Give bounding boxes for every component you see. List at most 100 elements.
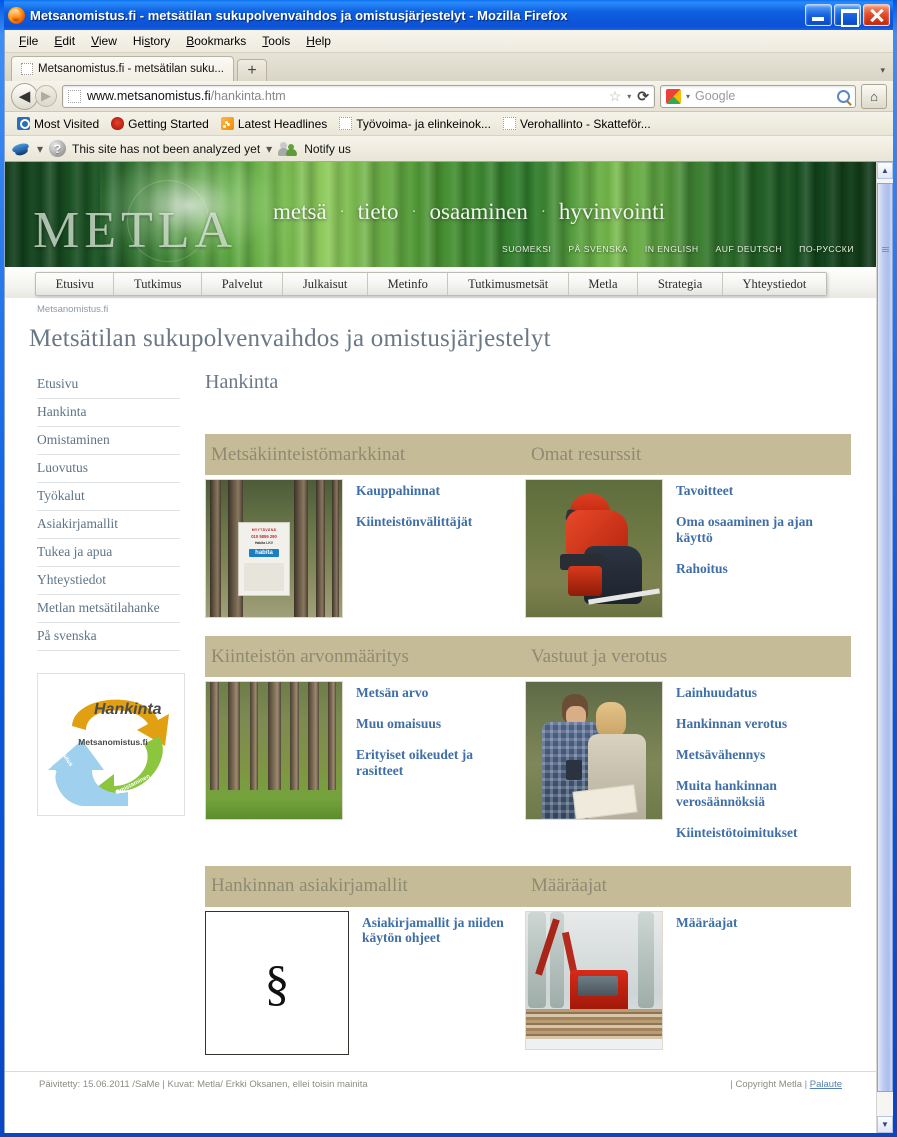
- nav-tab-strategia[interactable]: Strategia: [638, 273, 723, 295]
- link-metsavahennys[interactable]: Metsävähennys: [676, 747, 836, 763]
- nav-tab-palvelut[interactable]: Palvelut: [202, 273, 284, 295]
- nav-tab-etusivu[interactable]: Etusivu: [36, 273, 115, 295]
- home-button[interactable]: ⌂: [861, 83, 887, 109]
- lang-link-english[interactable]: IN ENGLISH: [645, 244, 699, 254]
- menu-view[interactable]: View: [84, 32, 124, 50]
- nav-tab-yhteystiedot[interactable]: Yhteystiedot: [722, 273, 826, 295]
- maximize-button[interactable]: [834, 4, 861, 27]
- nav-tab-julkaisut[interactable]: Julkaisut: [283, 273, 368, 295]
- menu-history[interactable]: History: [126, 32, 177, 50]
- link-kauppahinnat[interactable]: Kauppahinnat: [356, 483, 472, 499]
- search-engine-chevron-icon[interactable]: ▾: [686, 92, 690, 101]
- pine-forest-photo: [205, 681, 343, 820]
- search-bar[interactable]: ▾ Google: [660, 84, 856, 108]
- browser-tab[interactable]: Metsanomistus.fi - metsätilan suku...: [11, 56, 234, 81]
- nav-tab-metla[interactable]: Metla: [568, 273, 639, 295]
- link-oma-osaaminen[interactable]: Oma osaaminen ja ajan käyttö: [676, 514, 836, 546]
- google-icon: [666, 88, 681, 104]
- scrollbar-track[interactable]: [877, 179, 893, 1116]
- link-muita-hankinnan-verosaannoksia[interactable]: Muita hankinnan verosäännöksiä: [676, 778, 836, 810]
- section-band-1: Metsäkiinteistömarkkinat Omat resurssit: [205, 434, 851, 475]
- menu-help[interactable]: Help: [299, 32, 338, 50]
- bookmark-label: Most Visited: [34, 116, 100, 131]
- sidebar-item-luovutus[interactable]: Luovutus: [37, 455, 180, 483]
- address-bar[interactable]: www.metsanomistus.fi/hankinta.htm ☆ ▾ ⟳: [62, 84, 655, 108]
- lang-link-suomeksi[interactable]: SUOMEKSI: [502, 244, 551, 254]
- logo-hankinta-text: Hankinta: [94, 701, 162, 718]
- wot-chevron-icon[interactable]: ▾: [37, 142, 43, 156]
- nav-tab-metinfo[interactable]: Metinfo: [367, 273, 449, 295]
- scroll-up-button[interactable]: ▲: [877, 162, 893, 179]
- close-button[interactable]: [863, 4, 890, 26]
- search-input[interactable]: Google: [695, 89, 832, 103]
- scroll-down-button[interactable]: ▼: [877, 1116, 893, 1133]
- browser-chrome: File Edit View History Bookmarks Tools H…: [4, 30, 893, 1133]
- tab-list-dropdown-icon[interactable]: ▾: [880, 65, 885, 76]
- footer-feedback-link[interactable]: Palaute: [810, 1079, 842, 1090]
- menu-file[interactable]: File: [12, 32, 45, 50]
- link-hankinnan-verotus[interactable]: Hankinnan verotus: [676, 716, 836, 732]
- sidebar-item-pa-svenska[interactable]: På svenska: [37, 623, 180, 651]
- sidebar-item-metlan-metsatilahanke[interactable]: Metlan metsätilahanke: [37, 595, 180, 623]
- menu-tools[interactable]: Tools: [255, 32, 297, 50]
- link-erityiset-oikeudet[interactable]: Erityiset oikeudet ja rasitteet: [356, 747, 516, 779]
- lang-link-svenska[interactable]: PÅ SVENSKA: [568, 244, 627, 254]
- bookmark-verohallinto[interactable]: Verohallinto - Skatteför...: [499, 116, 655, 132]
- content-heading: Hankinta: [205, 371, 279, 393]
- site-banner: METLA metsä · tieto · osaaminen · hyvinv…: [5, 162, 876, 267]
- link-muu-omaisuus[interactable]: Muu omaisuus: [356, 716, 516, 732]
- bookmark-latest-headlines[interactable]: Latest Headlines: [217, 116, 331, 132]
- bookmark-getting-started[interactable]: Getting Started: [107, 116, 213, 132]
- metla-logo[interactable]: METLA: [33, 205, 237, 257]
- back-button[interactable]: ◀: [11, 82, 38, 110]
- links-kiinteiston-arvonmaaritys: Metsän arvo Muu omaisuus Erityiset oikeu…: [356, 681, 516, 856]
- section-title-vastuut-ja-verotus: Vastuut ja verotus: [531, 645, 668, 667]
- sidebar-item-omistaminen[interactable]: Omistaminen: [37, 427, 180, 455]
- bookmark-most-visited[interactable]: Most Visited: [13, 116, 103, 132]
- rss-icon: [220, 117, 234, 130]
- sidebar-item-etusivu[interactable]: Etusivu: [37, 371, 180, 399]
- section-title-hankinnan-asiakirjamallit: Hankinnan asiakirjamallit: [211, 875, 408, 897]
- search-icon[interactable]: [837, 89, 850, 103]
- link-rahoitus[interactable]: Rahoitus: [676, 561, 836, 577]
- menu-edit[interactable]: Edit: [47, 32, 82, 50]
- reload-icon[interactable]: ⟳: [637, 88, 649, 105]
- minimize-button[interactable]: [805, 4, 832, 26]
- sidebar-item-yhteystiedot[interactable]: Yhteystiedot: [37, 567, 180, 595]
- link-kiinteistonvalittajat[interactable]: Kiinteistönvälittäjät: [356, 514, 472, 530]
- link-tavoitteet[interactable]: Tavoitteet: [676, 483, 836, 499]
- scrollbar-thumb[interactable]: [877, 183, 893, 1092]
- sidebar-item-tukea-ja-apua[interactable]: Tukea ja apua: [37, 539, 180, 567]
- hankinta-cycle-logo[interactable]: Hankinta Metsanomistus.fi Omistaminen Lu…: [37, 673, 185, 816]
- sidebar-item-hankinta[interactable]: Hankinta: [37, 399, 180, 427]
- link-maaraajat[interactable]: Määräajat: [676, 915, 737, 931]
- question-mark-icon[interactable]: ?: [49, 140, 67, 157]
- link-metsan-arvo[interactable]: Metsän arvo: [356, 685, 516, 701]
- forward-button[interactable]: ▶: [35, 85, 57, 107]
- forest-worker-photo: [525, 479, 663, 618]
- sidebar-item-tyokalut[interactable]: Työkalut: [37, 483, 180, 511]
- nav-tab-tutkimusmetsat[interactable]: Tutkimusmetsät: [448, 273, 569, 295]
- breadcrumb[interactable]: Metsanomistus.fi: [5, 298, 876, 315]
- slogan-separator-icon: ·: [540, 203, 546, 220]
- sidebar-item-asiakirjamallit[interactable]: Asiakirjamallit: [37, 511, 180, 539]
- link-lainhuudatus[interactable]: Lainhuudatus: [676, 685, 836, 701]
- language-links: SUOMEKSI PÅ SVENSKA IN ENGLISH AUF DEUTS…: [502, 244, 854, 254]
- link-asiakirjamallit-ohjeet[interactable]: Asiakirjamallit ja niiden käytön ohjeet: [362, 915, 522, 947]
- notify-us-link[interactable]: Notify us: [304, 142, 351, 156]
- menu-bookmarks[interactable]: Bookmarks: [179, 32, 253, 50]
- link-kiinteistotoimitukset[interactable]: Kiinteistötoimitukset: [676, 825, 836, 841]
- bookmark-star-icon[interactable]: ☆: [609, 88, 622, 105]
- banner-slogan: metsä · tieto · osaaminen · hyvinvointi: [273, 199, 665, 225]
- wot-icon[interactable]: [12, 141, 31, 156]
- nav-tab-tutkimus[interactable]: Tutkimus: [114, 273, 203, 295]
- vertical-scrollbar[interactable]: ▲ ▼: [876, 162, 893, 1133]
- lang-link-deutsch[interactable]: AUF DEUTSCH: [716, 244, 783, 254]
- wot-dot-icon[interactable]: ▾: [266, 142, 272, 156]
- bookmark-tyovoima[interactable]: Työvoima- ja elinkeinok...: [335, 116, 495, 132]
- chevron-down-icon[interactable]: ▾: [627, 92, 631, 101]
- new-tab-button[interactable]: +: [236, 59, 267, 81]
- lang-link-russian[interactable]: ПО-РУССКИ: [799, 244, 854, 254]
- bookmarks-toolbar: Most Visited Getting Started Latest Head…: [5, 112, 893, 136]
- panel-omat-resurssit: Tavoitteet Oma osaaminen ja ajan käyttö …: [525, 479, 851, 618]
